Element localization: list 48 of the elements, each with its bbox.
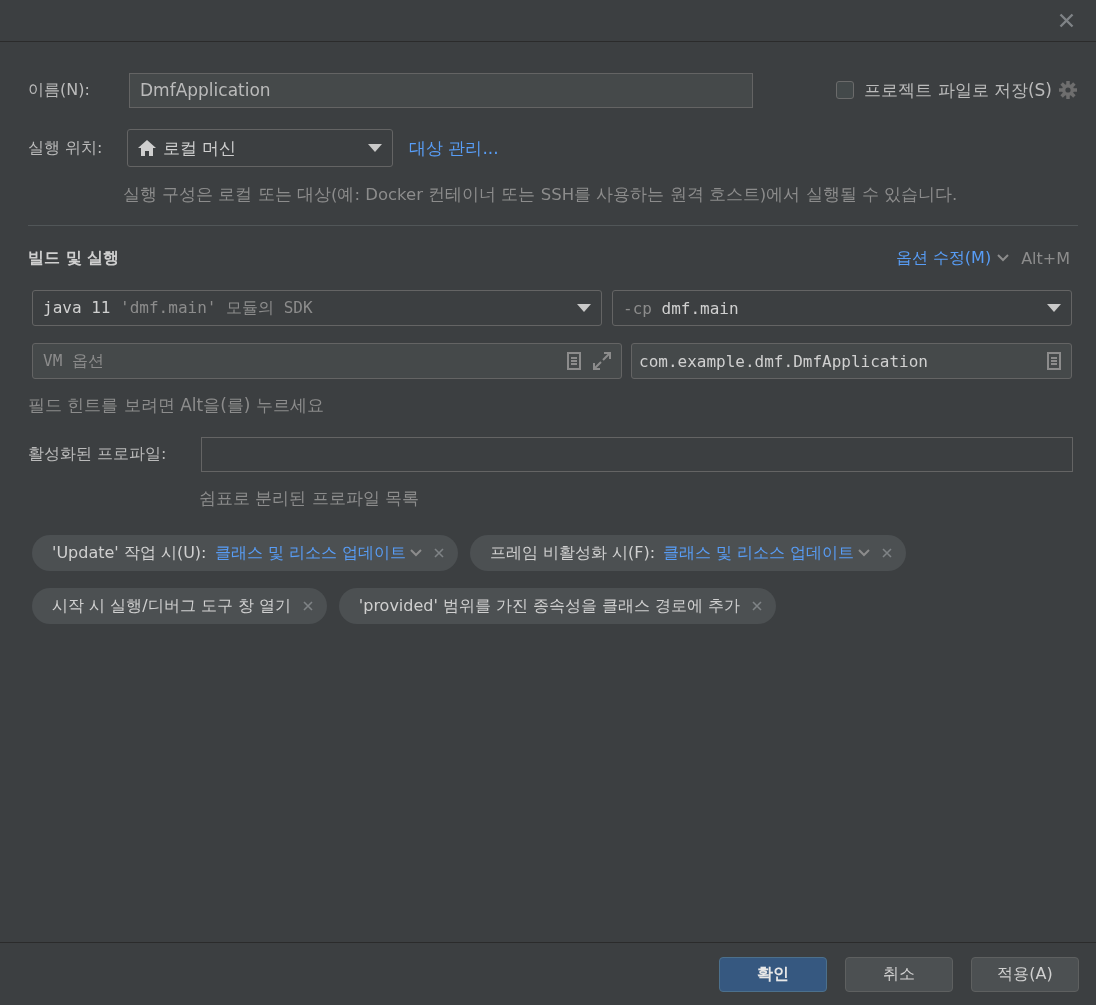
option-value-dropdown[interactable]: 클래스 및 리소스 업데이트 bbox=[663, 542, 871, 564]
vm-options-field[interactable]: VM 옵션 bbox=[32, 343, 622, 379]
close-icon[interactable] bbox=[1059, 13, 1074, 28]
home-icon bbox=[138, 140, 156, 156]
classpath-dropdown[interactable]: -cp dmf.main bbox=[612, 290, 1072, 326]
chevron-icon bbox=[858, 549, 871, 557]
caret-icon bbox=[577, 304, 591, 312]
option-label: 시작 시 실행/디버그 도구 창 열기 bbox=[52, 595, 291, 617]
modify-options-link[interactable]: 옵션 수정(M) bbox=[895, 247, 1010, 269]
remove-icon[interactable] bbox=[882, 548, 893, 558]
profiles-field[interactable] bbox=[201, 437, 1073, 472]
document-icon[interactable] bbox=[1047, 352, 1061, 370]
profiles-label: 활성화된 프로파일: bbox=[28, 444, 168, 465]
remove-icon[interactable] bbox=[302, 601, 313, 611]
option-label: 'provided' 범위를 가진 종속성을 클래스 경로에 추가 bbox=[358, 595, 741, 617]
dialog-button[interactable]: 적용(A) bbox=[971, 956, 1079, 992]
checkbox-label: 프로젝트 파일로 저장(S) bbox=[864, 78, 1052, 102]
caret-icon bbox=[1047, 304, 1061, 312]
name-field[interactable]: DmfApplication bbox=[129, 72, 753, 108]
chevron-icon bbox=[997, 254, 1010, 262]
main-class-field[interactable]: com.example.dmf.DmfApplication bbox=[631, 343, 1072, 379]
dialog-button[interactable]: 확인 bbox=[719, 956, 827, 992]
option-value-dropdown[interactable]: 클래스 및 리소스 업데이트 bbox=[214, 542, 422, 564]
checkbox[interactable] bbox=[836, 81, 855, 99]
run-target-dropdown[interactable]: 로컬 머신 bbox=[127, 129, 393, 167]
name-label: 이름(N): bbox=[28, 79, 91, 101]
profiles-hint: 쉼표로 분리된 프로파일 목록 bbox=[199, 487, 421, 510]
dialog-button[interactable]: 취소 bbox=[845, 956, 953, 992]
field-hint: 필드 힌트를 보려면 Alt을(를) 누르세요 bbox=[28, 394, 325, 417]
manage-targets-link[interactable]: 대상 관리... bbox=[409, 136, 499, 160]
option-label: 프레임 비활성화 시(F): bbox=[489, 542, 655, 564]
caret-icon bbox=[368, 144, 382, 152]
section-title: 빌드 및 실행 bbox=[28, 247, 120, 269]
jdk-dropdown[interactable]: java 11 'dmf.main' 모듈의 SDK bbox=[32, 290, 602, 326]
expand-icon[interactable] bbox=[593, 352, 611, 370]
option-chip[interactable]: 'provided' 범위를 가진 종속성을 클래스 경로에 추가 bbox=[338, 588, 777, 624]
chevron-icon bbox=[409, 549, 422, 557]
run-on-hint: 실행 구성은 로컬 또는 대상(예: Docker 컨테이너 또는 SSH를 사용하는 원격 호스트)에서 실행될 수 있습니다. bbox=[123, 184, 959, 206]
option-chip[interactable]: 'Update' 작업 시(U): 클래스 및 리소스 업데이트 bbox=[32, 535, 458, 571]
shortcut-hint: Alt+M bbox=[1021, 248, 1070, 268]
option-label: 'Update' 작업 시(U): bbox=[52, 542, 207, 564]
settings-icon[interactable] bbox=[1058, 80, 1078, 100]
document-icon[interactable] bbox=[567, 352, 581, 370]
run-on-label: 실행 위치: bbox=[28, 137, 104, 159]
option-chip[interactable]: 프레임 비활성화 시(F): 클래스 및 리소스 업데이트 bbox=[469, 535, 907, 571]
remove-icon[interactable] bbox=[752, 601, 763, 611]
remove-icon[interactable] bbox=[433, 548, 444, 558]
option-chip[interactable]: 시작 시 실행/디버그 도구 창 열기 bbox=[32, 588, 327, 624]
